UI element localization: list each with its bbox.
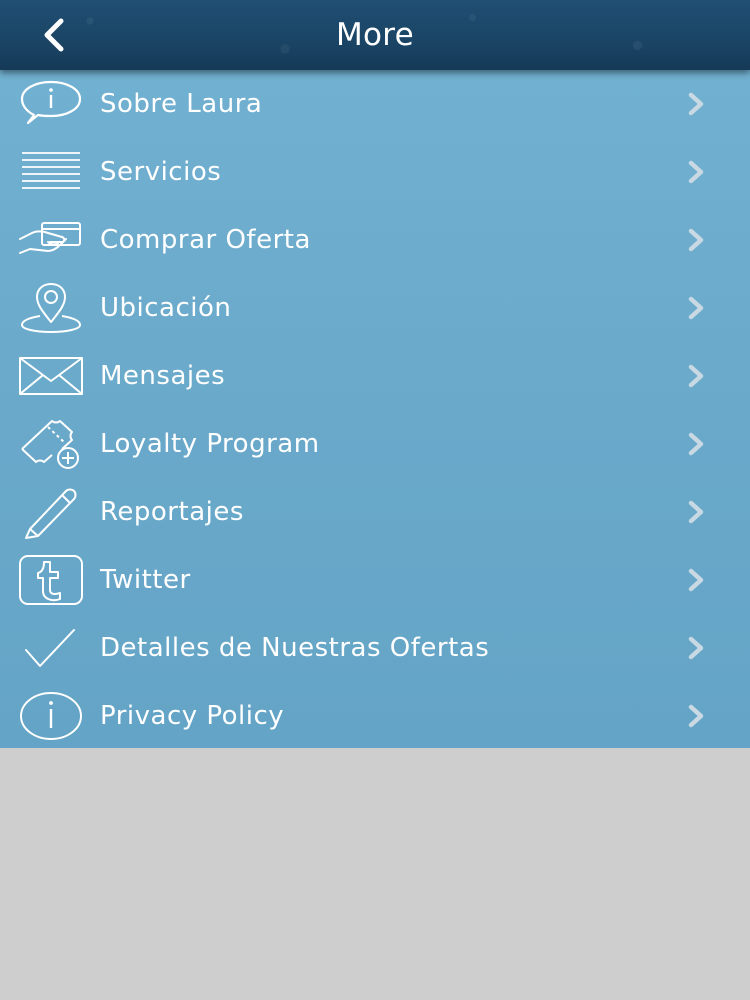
menu-item-label: Comprar Oferta: [100, 225, 311, 255]
chevron-right-icon: [682, 429, 712, 459]
menu-item-sobre-laura[interactable]: Sobre Laura: [0, 70, 750, 138]
hand-card-icon: [18, 213, 84, 267]
chevron-right-icon: [682, 225, 712, 255]
menu-item-ubicacion[interactable]: Ubicación: [0, 274, 750, 342]
chevron-right-icon: [682, 701, 712, 731]
chevron-right-icon: [682, 565, 712, 595]
menu-item-label: Privacy Policy: [100, 701, 285, 731]
chevron-right-icon: [682, 633, 712, 663]
checkmark-icon: [18, 621, 84, 675]
chevron-right-icon: [682, 497, 712, 527]
menu-item-comprar-oferta[interactable]: Comprar Oferta: [0, 206, 750, 274]
chevron-right-icon: [682, 89, 712, 119]
pencil-icon: [18, 485, 84, 539]
empty-background-area: [0, 748, 750, 1000]
menu-item-label: Reportajes: [100, 497, 244, 527]
chevron-right-icon: [682, 157, 712, 187]
envelope-icon: [18, 349, 84, 403]
tumblr-t-icon: [18, 553, 84, 607]
menu-item-label: Servicios: [100, 157, 222, 187]
page-title: More: [335, 17, 415, 53]
menu-item-detalles-ofertas[interactable]: Detalles de Nuestras Ofertas: [0, 614, 750, 682]
list-lines-icon: [18, 145, 84, 199]
menu-item-label: Detalles de Nuestras Ofertas: [100, 633, 490, 663]
info-speech-bubble-icon: [18, 77, 84, 131]
menu-item-label: Mensajes: [100, 361, 226, 391]
menu-item-privacy-policy[interactable]: Privacy Policy: [0, 682, 750, 750]
map-pin-icon: [18, 281, 84, 335]
top-navigation-bar: More: [0, 0, 750, 70]
menu-item-mensajes[interactable]: Mensajes: [0, 342, 750, 410]
info-circle-icon: [18, 689, 84, 743]
menu-item-label: Sobre Laura: [100, 89, 263, 119]
menu-item-reportajes[interactable]: Reportajes: [0, 478, 750, 546]
chevron-right-icon: [682, 293, 712, 323]
ticket-plus-icon: [18, 417, 84, 471]
menu-item-loyalty-program[interactable]: Loyalty Program: [0, 410, 750, 478]
chevron-right-icon: [682, 361, 712, 391]
menu-item-twitter[interactable]: Twitter: [0, 546, 750, 614]
menu-item-label: Twitter: [100, 565, 191, 595]
menu-item-label: Loyalty Program: [100, 429, 320, 459]
menu-item-servicios[interactable]: Servicios: [0, 138, 750, 206]
menu-item-label: Ubicación: [100, 293, 232, 323]
more-menu-list: Sobre Laura Servicios Comprar Oferta Ubi…: [0, 70, 750, 748]
